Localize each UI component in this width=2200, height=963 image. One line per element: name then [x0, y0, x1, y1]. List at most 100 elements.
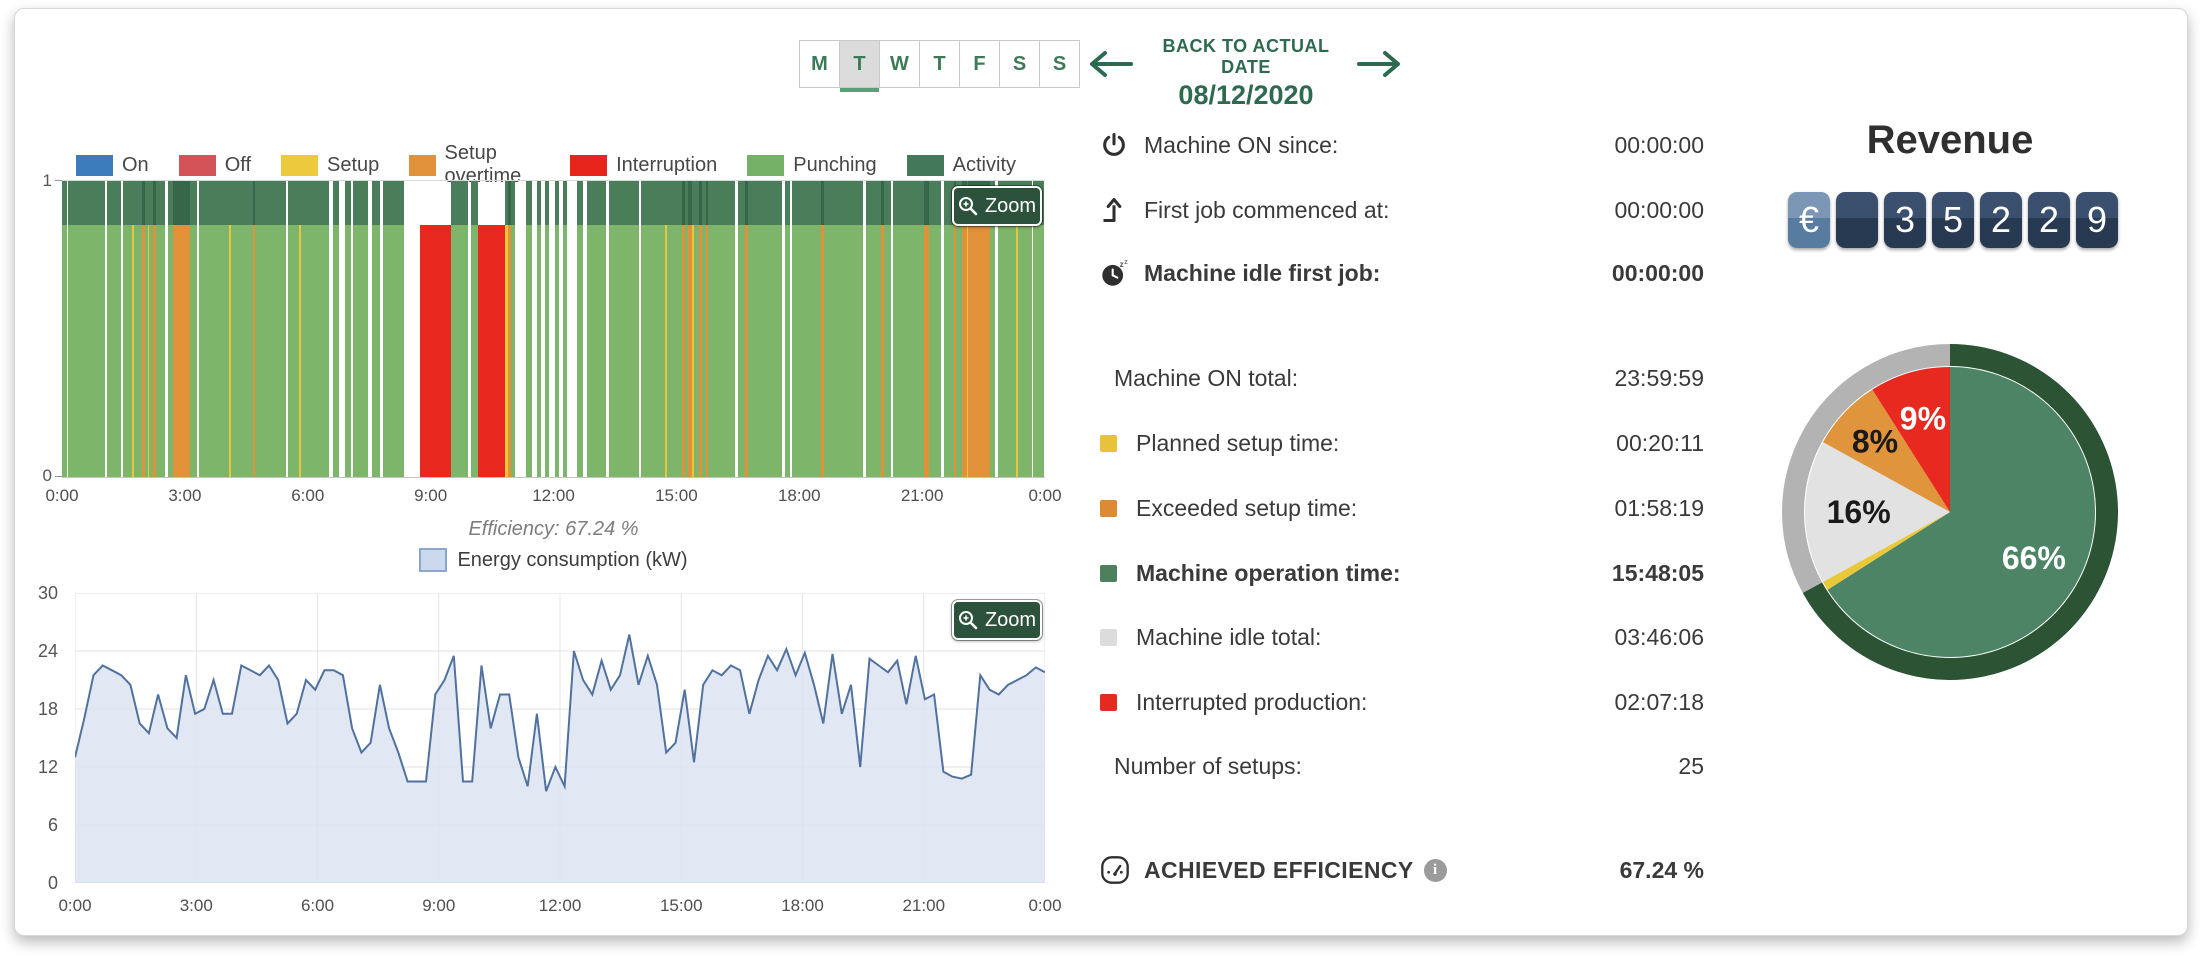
- legend-item-interruption[interactable]: Interruption: [570, 154, 717, 177]
- timeline-segment: [471, 225, 478, 477]
- timeline-segment: [929, 181, 941, 225]
- legend-item-punching[interactable]: Punching: [747, 154, 876, 177]
- stat-value: 00:00:00: [1614, 132, 1704, 159]
- timeline-segment: [478, 181, 505, 225]
- revenue-digit-tile-3: 5: [1932, 192, 1974, 248]
- stat-value: 02:07:18: [1614, 689, 1704, 716]
- x-tick-label: 21:00: [902, 896, 945, 916]
- timeline-segment: [792, 181, 821, 225]
- svg-text:z: z: [1124, 259, 1128, 266]
- magnifier-plus-icon: [958, 196, 978, 216]
- timeline-segment: [68, 181, 104, 225]
- stat-row-machine-on-since: Machine ON since: 00:00:00: [1100, 113, 1704, 177]
- stat-value: 23:59:59: [1614, 365, 1704, 392]
- timeline-segment: [199, 181, 230, 225]
- timeline-segment: [929, 225, 941, 477]
- legend-swatch: [907, 155, 944, 176]
- stat-row-machine-idle-first-job: zzMachine idle first job:00:00:00: [1100, 241, 1704, 305]
- energy-legend[interactable]: Energy consumption (kW): [62, 548, 1045, 572]
- x-tick-label: 6:00: [301, 896, 334, 916]
- legend-label: Interruption: [616, 154, 717, 177]
- x-tick-label: 3:00: [180, 896, 213, 916]
- timeline-segment: [451, 181, 467, 225]
- day-tab-F-4[interactable]: F: [959, 40, 1000, 88]
- timeline-segment: [944, 225, 954, 477]
- timeline-zoom-button[interactable]: Zoom: [952, 186, 1042, 226]
- day-selector: MTWTFSS: [800, 40, 1080, 88]
- day-tab-W-2[interactable]: W: [879, 40, 920, 88]
- stat-value: 67.24 %: [1620, 857, 1704, 884]
- stat-row-machine-idle-total: Machine idle total:03:46:06: [1100, 605, 1704, 669]
- energy-y-label: 18: [24, 699, 58, 720]
- timeline-segment: [893, 225, 925, 477]
- stat-row-interrupted-production: Interrupted production: 02:07:18: [1100, 670, 1704, 734]
- stat-swatch: [1100, 565, 1117, 582]
- timeline-segment: [824, 181, 863, 225]
- energy-x-axis: 0:003:006:009:0012:0015:0018:0021:000:00: [75, 896, 1045, 918]
- timeline-segment: [866, 181, 881, 225]
- stat-value: 25: [1678, 753, 1704, 780]
- timeline-segment: [1018, 225, 1032, 477]
- info-icon[interactable]: i: [1424, 859, 1447, 882]
- revenue-title: Revenue: [1800, 118, 2100, 163]
- stat-label: Interrupted production:: [1136, 689, 1367, 716]
- timeline-segment: [667, 225, 682, 477]
- day-tab-S-5[interactable]: S: [999, 40, 1040, 88]
- timeline-segment: [288, 181, 299, 225]
- timeline-chart: [62, 180, 1045, 478]
- legend-item-off[interactable]: Off: [179, 154, 251, 177]
- idle-clock-icon: zz: [1100, 258, 1144, 288]
- stat-swatch: [1100, 500, 1117, 517]
- timeline-segment: [641, 181, 666, 225]
- legend-swatch: [409, 155, 435, 176]
- legend-swatch: [281, 155, 318, 176]
- timeline-segment: [353, 225, 368, 477]
- day-tab-T-1[interactable]: T: [839, 40, 880, 88]
- stat-label: Machine ON since:: [1144, 132, 1338, 159]
- timeline-segment: [173, 225, 189, 477]
- legend-item-on[interactable]: On: [76, 154, 149, 177]
- timeline-segment: [1033, 225, 1044, 477]
- timeline-segment: [383, 181, 404, 225]
- energy-chart: [75, 593, 1045, 883]
- x-tick-label: 15:00: [655, 486, 698, 506]
- legend-item-setup[interactable]: Setup: [281, 154, 379, 177]
- pie-label-66pct: 66%: [2002, 540, 2066, 576]
- first-job-icon: [1100, 196, 1144, 224]
- stat-swatch: [1100, 435, 1117, 452]
- stat-value: 01:58:19: [1614, 495, 1704, 522]
- energy-legend-swatch: [419, 548, 447, 572]
- energy-y-label: 12: [24, 757, 58, 778]
- prev-day-arrow[interactable]: [1086, 48, 1134, 80]
- back-to-actual-date[interactable]: BACK TO ACTUAL DATE 08/12/2020: [1140, 36, 1352, 111]
- day-tab-M-0[interactable]: M: [799, 40, 840, 88]
- next-day-arrow[interactable]: [1356, 48, 1404, 80]
- timeline-segment: [451, 225, 467, 477]
- legend-swatch: [747, 155, 784, 176]
- legend-label: On: [122, 154, 149, 177]
- x-tick-label: 21:00: [901, 486, 944, 506]
- timeline-segment: [404, 181, 419, 225]
- stat-label: Machine ON total:: [1114, 365, 1298, 392]
- timeline-segment: [134, 225, 142, 477]
- stat-value: 15:48:05: [1612, 560, 1704, 587]
- energy-y-label: 30: [24, 583, 58, 604]
- energy-zoom-button[interactable]: Zoom: [952, 600, 1042, 640]
- day-tab-T-3[interactable]: T: [919, 40, 960, 88]
- x-tick-label: 12:00: [539, 896, 582, 916]
- timeline-segment: [824, 225, 863, 477]
- stat-row-number-of-setups: Number of setups:25: [1100, 734, 1704, 798]
- revenue-digit-tile-5: 2: [2028, 192, 2070, 248]
- back-to-actual-date-label: BACK TO ACTUAL DATE: [1140, 36, 1352, 78]
- svg-text:z: z: [1120, 260, 1124, 269]
- x-tick-label: 6:00: [291, 486, 324, 506]
- legend-item-activity[interactable]: Activity: [907, 154, 1016, 177]
- magnifier-plus-icon: [958, 610, 978, 630]
- power-icon: [1100, 131, 1144, 159]
- day-tab-S-6[interactable]: S: [1039, 40, 1080, 88]
- timeline-segment: [134, 181, 142, 225]
- legend-swatch: [76, 155, 113, 176]
- x-tick-label: 0:00: [1028, 486, 1061, 506]
- timeline-segment: [123, 181, 132, 225]
- timeline-segment: [383, 225, 404, 477]
